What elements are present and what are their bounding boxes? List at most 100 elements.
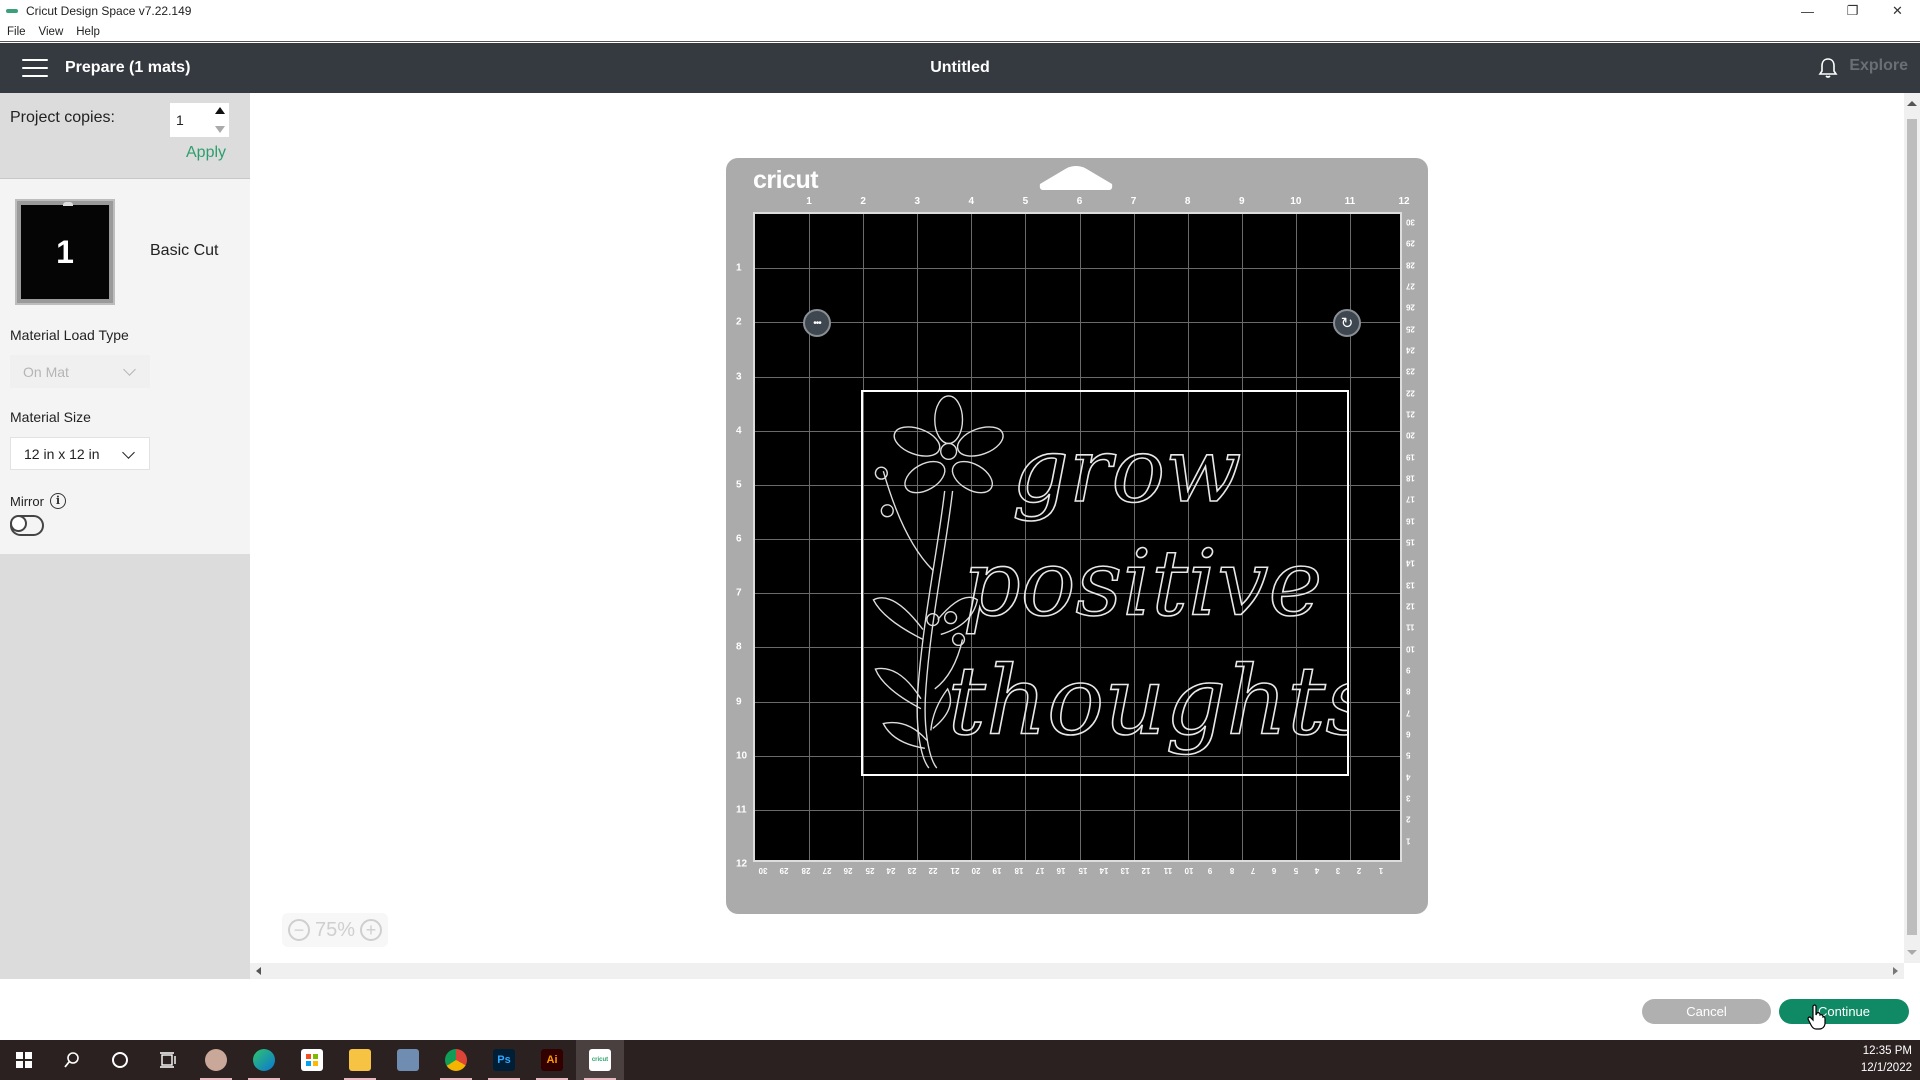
vertical-scrollbar[interactable]	[1904, 93, 1920, 963]
ruler-top-label: 3	[914, 196, 921, 207]
cricut-logo: cricut	[753, 166, 819, 194]
search-icon	[64, 1052, 79, 1068]
scroll-up-icon[interactable]	[1907, 101, 1917, 106]
rotate-button[interactable]: ↻	[1333, 309, 1361, 337]
scroll-right-icon[interactable]	[1893, 967, 1898, 975]
hand-cursor-icon	[1807, 1004, 1826, 1030]
notification-bell-icon[interactable]	[1818, 57, 1838, 79]
flower-petal	[904, 460, 946, 494]
taskbar-task-view[interactable]	[144, 1040, 192, 1080]
taskbar-illustrator[interactable]: Ai	[528, 1040, 576, 1080]
zoom-in-button[interactable]: +	[360, 919, 382, 941]
ruler-bottom-label: 17	[1035, 866, 1045, 875]
ruler-bottom-label: 25	[865, 866, 874, 875]
left-panel-footer	[0, 979, 250, 1035]
design-word-grow: grow	[1012, 419, 1241, 523]
taskbar-file-explorer[interactable]	[336, 1040, 384, 1080]
stepper-up-icon[interactable]	[215, 107, 225, 114]
menu-help[interactable]: Help	[76, 26, 100, 38]
ruler-bottom-label: 27	[822, 866, 832, 875]
design-word-positive: positive	[962, 531, 1322, 637]
taskbar-snip-sketch[interactable]	[192, 1040, 240, 1080]
ruler-right-label: 22	[1406, 388, 1415, 398]
project-copies-section: Project copies: 1 Apply	[0, 93, 250, 179]
taskbar-calculator[interactable]	[384, 1040, 432, 1080]
taskbar-start[interactable]	[0, 1040, 48, 1080]
ruler-top-label: 2	[860, 196, 866, 207]
rotate-icon: ↻	[1340, 315, 1354, 332]
ruler-right-label: 18	[1406, 473, 1415, 483]
mirror-label: Mirror	[10, 494, 44, 509]
taskbar-edge[interactable]	[240, 1040, 288, 1080]
ruler-bottom-label: 15	[1078, 866, 1087, 875]
menu-view[interactable]: View	[39, 26, 64, 38]
taskbar-cricut[interactable]: cricut	[576, 1040, 624, 1080]
zoom-out-button[interactable]: −	[288, 919, 310, 941]
ruler-bottom-label: 26	[843, 866, 853, 875]
ruler-right-label: 26	[1406, 302, 1415, 312]
info-icon[interactable]: i	[50, 493, 66, 509]
ruler-left-label: 10	[736, 750, 748, 762]
taskbar-search[interactable]	[48, 1040, 96, 1080]
window-titlebar: Cricut Design Space v7.22.149 — ❐ ✕	[0, 0, 1920, 22]
snip-sketch-icon	[205, 1049, 227, 1071]
photoshop-icon: Ps	[493, 1049, 515, 1071]
scroll-left-icon[interactable]	[256, 967, 261, 975]
menu-file[interactable]: File	[7, 26, 26, 38]
left-panel: Project copies: 1 Apply 1 Basic Cut Mate…	[0, 93, 250, 979]
hamburger-menu-icon[interactable]	[22, 59, 48, 77]
ruler-right-label: 6	[1406, 729, 1411, 739]
material-load-type-value: On Mat	[23, 363, 69, 380]
design-selection-box[interactable]: grow positive thoughts	[861, 390, 1349, 776]
chevron-down-icon	[122, 446, 135, 459]
ruler-bottom-label: 30	[758, 866, 768, 875]
ruler-right-label: 12	[1406, 601, 1415, 611]
ruler-left-label: 12	[736, 858, 748, 870]
page-title: Prepare (1 mats)	[65, 59, 191, 76]
taskbar-photoshop[interactable]: Ps	[480, 1040, 528, 1080]
ruler-bottom-label: 21	[950, 866, 960, 875]
mat-thumbnail[interactable]: 1	[15, 199, 115, 305]
project-copies-input[interactable]: 1	[170, 103, 229, 137]
ruler-right-label: 11	[1406, 622, 1415, 632]
minimize-button[interactable]: —	[1785, 0, 1830, 22]
more-options-button[interactable]: •••	[803, 309, 831, 337]
explore-link[interactable]: Explore	[1849, 57, 1908, 75]
ruler-bottom-label: 20	[971, 866, 981, 875]
project-copies-label: Project copies:	[10, 109, 115, 126]
stepper-down-icon[interactable]	[215, 126, 225, 133]
continue-button[interactable]: Continue	[1779, 999, 1909, 1024]
ruler-right-label: 10	[1406, 644, 1415, 654]
ruler-right-label: 21	[1406, 409, 1415, 419]
ruler-right-label: 17	[1406, 494, 1415, 504]
taskbar-store[interactable]	[288, 1040, 336, 1080]
clock-date: 12/1/2022	[1860, 1062, 1912, 1074]
window-controls: — ❐ ✕	[1785, 0, 1920, 22]
ruler-left-label: 2	[736, 316, 742, 328]
illustrator-icon: Ai	[541, 1049, 563, 1071]
vertical-scroll-thumb[interactable]	[1907, 119, 1917, 935]
ruler-right-label: 25	[1406, 324, 1415, 334]
ruler-top-label: 6	[1076, 196, 1083, 207]
task-view-icon	[160, 1052, 176, 1068]
horizontal-scrollbar[interactable]	[250, 963, 1904, 979]
scroll-down-icon[interactable]	[1907, 950, 1917, 955]
taskbar-cortana[interactable]	[96, 1040, 144, 1080]
mirror-toggle[interactable]	[10, 515, 44, 536]
apply-button[interactable]: Apply	[186, 144, 226, 162]
ruler-left-label: 5	[736, 479, 742, 491]
ruler-bottom-label: 10	[1184, 866, 1194, 875]
edge-icon	[253, 1049, 275, 1071]
restore-button[interactable]: ❐	[1830, 0, 1875, 22]
material-size-select[interactable]: 12 in x 12 in	[10, 437, 150, 470]
ruler-bottom-label: 13	[1120, 866, 1130, 875]
taskbar-clock[interactable]: 12:35 PM 12/1/2022	[1861, 1043, 1912, 1077]
ruler-bottom-label: 23	[907, 866, 917, 875]
flower-center	[940, 442, 958, 460]
close-button[interactable]: ✕	[1875, 0, 1920, 22]
taskbar-chrome[interactable]	[432, 1040, 480, 1080]
project-title: Untitled	[930, 59, 990, 76]
ruler-top-label: 1	[806, 196, 812, 207]
ruler-top-label: 4	[968, 196, 975, 207]
cancel-button[interactable]: Cancel	[1642, 999, 1771, 1024]
